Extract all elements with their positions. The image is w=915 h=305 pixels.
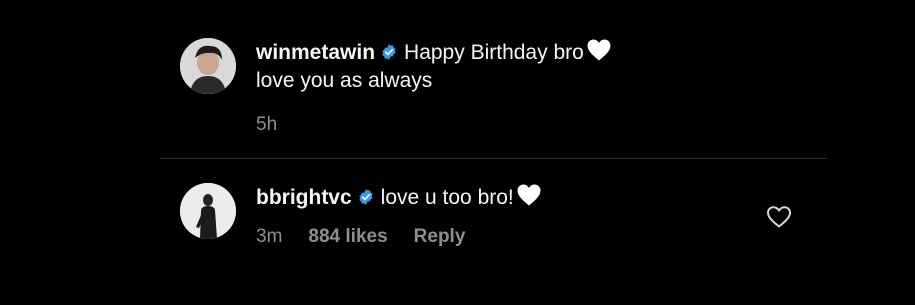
avatar-winmetawin-image	[180, 38, 236, 94]
comment-text-line2: love you as always	[256, 69, 433, 92]
like-button[interactable]	[766, 205, 792, 229]
comment-time: 5h	[256, 114, 278, 135]
avatar-bbrightvc[interactable]	[180, 183, 236, 239]
comment-text-bbrightvc: bbrightvc love u too bro!	[256, 183, 542, 212]
comment-text-winmetawin: winmetawin Happy Birthday bro love you as…	[256, 38, 612, 95]
verified-badge-icon	[380, 43, 398, 61]
likes-count[interactable]: 884 likes	[308, 226, 387, 247]
comment-meta-bbrightvc: 3m 884 likes Reply	[256, 226, 491, 248]
username-bbrightvc[interactable]: bbrightvc	[256, 186, 352, 209]
comment-time: 3m	[256, 226, 283, 247]
heart-outline-icon	[767, 206, 791, 228]
avatar-bbrightvc-image	[180, 183, 236, 239]
username-winmetawin[interactable]: winmetawin	[256, 41, 375, 64]
verified-badge-icon	[357, 188, 375, 206]
comment-text-line1: Happy Birthday bro	[404, 41, 584, 64]
comment-meta-winmetawin: 5h	[256, 114, 303, 136]
comment-divider	[160, 158, 828, 159]
white-heart-emoji-icon	[516, 183, 542, 207]
reply-button[interactable]: Reply	[414, 226, 466, 247]
avatar-winmetawin[interactable]	[180, 38, 236, 94]
white-heart-emoji-icon	[586, 38, 612, 62]
comment-text-line1: love u too bro!	[380, 186, 514, 209]
